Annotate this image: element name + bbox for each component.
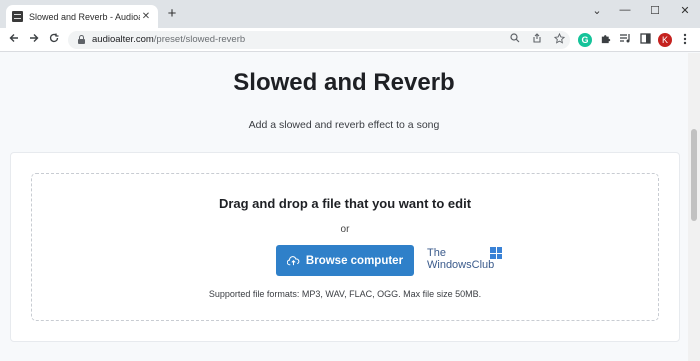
scrollbar-thumb[interactable]	[691, 129, 697, 221]
supported-formats-text: Supported file formats: MP3, WAV, FLAC, …	[208, 289, 482, 299]
back-arrow-icon[interactable]	[6, 32, 22, 48]
close-window-button[interactable]: ✕	[676, 4, 694, 17]
side-panel-icon[interactable]	[638, 33, 652, 47]
address-bar[interactable]: audioalter.com/preset/slowed-reverb	[68, 31, 570, 49]
browser-titlebar: Slowed and Reverb - Audioalter ✕ + ⌄ — ☐…	[0, 0, 700, 28]
page-content: Slowed and Reverb Add a slowed and rever…	[0, 53, 688, 361]
file-dropzone[interactable]: Drag and drop a file that you want to ed…	[31, 173, 659, 321]
tab-close-icon[interactable]: ✕	[140, 11, 152, 22]
page-subtitle: Add a slowed and reverb effect to a song	[248, 119, 440, 131]
star-icon[interactable]	[552, 32, 566, 49]
or-separator: or	[340, 224, 350, 235]
browse-button-label: Browse computer	[305, 254, 404, 267]
tab-search-icon[interactable]: ⌄	[588, 4, 606, 17]
upload-card: Drag and drop a file that you want to ed…	[10, 152, 680, 342]
puzzle-icon[interactable]	[598, 33, 612, 47]
browser-tab[interactable]: Slowed and Reverb - Audioalter ✕	[6, 5, 158, 28]
share-icon[interactable]	[530, 33, 544, 48]
grammarly-extension-icon[interactable]: G	[578, 33, 592, 47]
kebab-menu-icon[interactable]	[678, 33, 692, 47]
maximize-button[interactable]: ☐	[646, 4, 664, 17]
forward-arrow-icon[interactable]	[26, 32, 42, 48]
browser-toolbar: audioalter.com/preset/slowed-reverb G K	[0, 28, 700, 52]
minimize-button[interactable]: —	[616, 4, 634, 16]
dropzone-title: Drag and drop a file that you want to ed…	[218, 196, 472, 211]
reload-icon[interactable]	[46, 32, 62, 48]
windows-logo-icon	[490, 247, 502, 259]
tab-title: Slowed and Reverb - Audioalter	[29, 11, 140, 22]
url-text[interactable]: audioalter.com/preset/slowed-reverb	[92, 34, 245, 45]
cloud-upload-icon	[286, 255, 300, 265]
browse-computer-button[interactable]: Browse computer	[276, 245, 414, 276]
page-title: Slowed and Reverb	[233, 69, 455, 96]
media-queue-icon[interactable]	[618, 33, 632, 47]
windowsclub-watermark: The WindowsClub	[427, 247, 507, 273]
profile-avatar[interactable]: K	[658, 33, 672, 47]
lock-icon[interactable]	[78, 35, 85, 44]
search-icon[interactable]	[508, 33, 522, 48]
new-tab-button[interactable]: +	[164, 6, 180, 22]
page-scrollbar[interactable]	[688, 53, 700, 361]
site-favicon-icon	[12, 11, 23, 22]
